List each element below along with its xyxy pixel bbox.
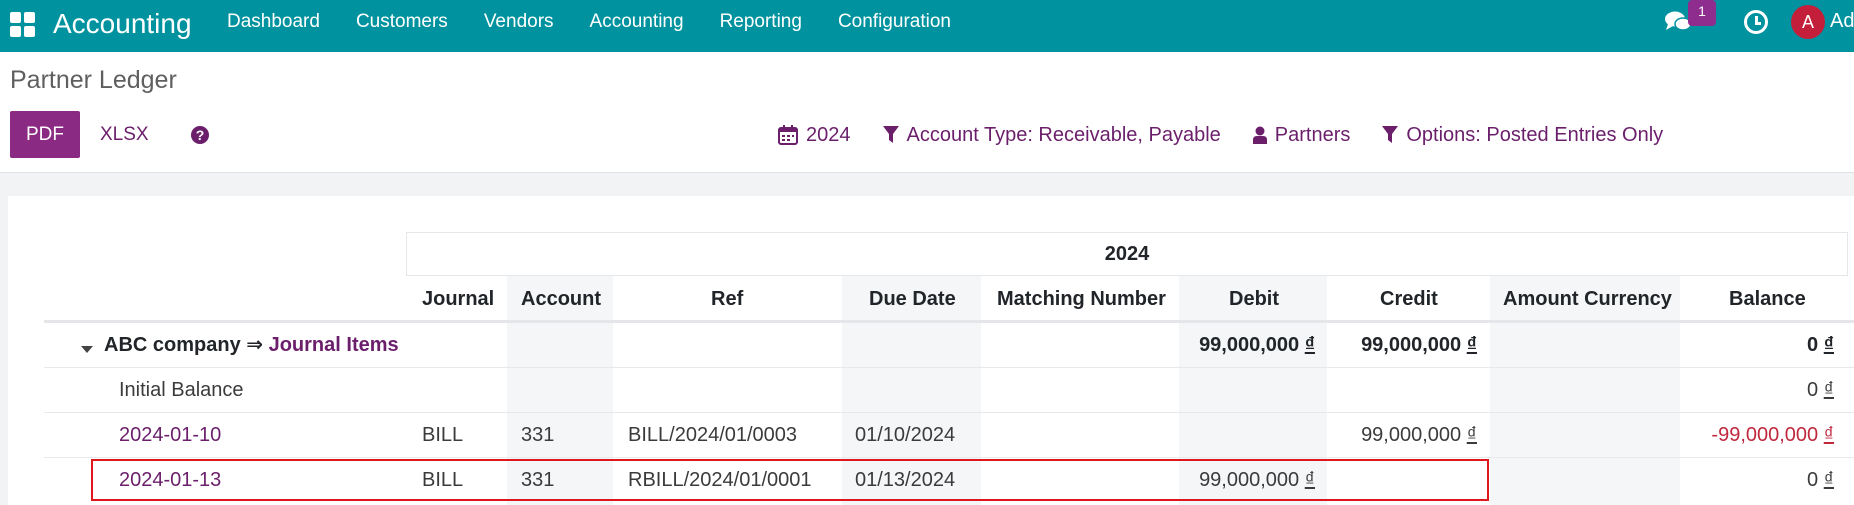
help-icon[interactable]: ? — [191, 126, 209, 144]
column-header-due-date: Due Date — [869, 288, 956, 310]
column-header-matching-number: Matching Number — [997, 288, 1166, 310]
row-divider — [44, 367, 1854, 368]
journal-items-link[interactable]: Journal Items — [269, 334, 399, 356]
partner-group-row[interactable]: ABC company ⇒ Journal Items — [104, 323, 399, 367]
menu-item-customers[interactable]: Customers — [356, 11, 448, 33]
column-header-journal: Journal — [422, 288, 495, 310]
user-avatar[interactable]: A — [1791, 5, 1825, 39]
menu-item-accounting[interactable]: Accounting — [590, 11, 684, 33]
menu-item-configuration[interactable]: Configuration — [838, 11, 951, 33]
funnel-icon — [1382, 126, 1399, 143]
calendar-icon — [778, 125, 798, 145]
menu-item-vendors[interactable]: Vendors — [484, 11, 554, 33]
partners-filter[interactable]: Partners — [1252, 123, 1351, 147]
ledger-row-credit: 99,000,000 ₫ — [1361, 424, 1477, 446]
partner-name: ABC company — [104, 334, 241, 356]
app-name[interactable]: Accounting — [53, 6, 192, 42]
partner-arrow: ⇒ — [246, 334, 264, 356]
menu-item-dashboard[interactable]: Dashboard — [227, 11, 320, 33]
ledger-row-ref: BILL/2024/01/0003 — [628, 424, 798, 446]
ledger-row-account: 331 — [521, 424, 555, 446]
apps-menu-icon[interactable] — [10, 12, 36, 38]
ledger-row-journal: BILL — [422, 424, 464, 446]
user-icon — [1252, 126, 1267, 144]
options-filter[interactable]: Options: Posted Entries Only — [1382, 124, 1663, 147]
period-header: 2024 — [406, 232, 1848, 276]
ledger-row-due-date: 01/10/2024 — [855, 424, 956, 446]
partners-filter-label: Partners — [1274, 123, 1351, 146]
pdf-button[interactable]: PDF — [10, 111, 80, 158]
account-type-filter-label: Account Type: Receivable, Payable — [906, 123, 1221, 146]
ledger-row-balance: 0 ₫ — [1807, 469, 1834, 491]
date-filter-label: 2024 — [806, 123, 851, 146]
initial-balance-label: Initial Balance — [119, 379, 244, 401]
activity-clock-icon[interactable] — [1744, 10, 1768, 34]
highlight-box — [91, 459, 1489, 501]
menu-item-reporting[interactable]: Reporting — [720, 11, 802, 33]
column-header-credit: Credit — [1380, 288, 1438, 310]
column-header-debit: Debit — [1229, 288, 1279, 310]
column-header-ref: Ref — [711, 288, 744, 310]
main-menu: Dashboard Customers Vendors Accounting R… — [227, 0, 987, 44]
group-balance: 0 ₫ — [1807, 334, 1834, 356]
report-filters: 2024 Account Type: Receivable, Payable P… — [778, 118, 1695, 152]
initial-balance-value: 0 ₫ — [1807, 379, 1834, 401]
column-header-account: Account — [521, 288, 601, 310]
ledger-row-date-link[interactable]: 2024-01-10 — [119, 413, 221, 457]
funnel-icon — [882, 126, 899, 143]
date-filter[interactable]: 2024 — [778, 124, 851, 147]
account-type-filter[interactable]: Account Type: Receivable, Payable — [882, 123, 1221, 147]
ledger-row-balance: -99,000,000 ₫ — [1711, 424, 1834, 446]
group-debit: 99,000,000 ₫ — [1199, 334, 1315, 356]
group-credit: 99,000,000 ₫ — [1361, 334, 1477, 356]
page-title: Partner Ledger — [10, 66, 177, 94]
xlsx-button[interactable]: XLSX — [100, 111, 149, 158]
column-header-balance: Balance — [1729, 288, 1806, 310]
message-count-badge: 1 — [1688, 0, 1716, 26]
user-name[interactable]: Ad — [1830, 10, 1854, 33]
options-filter-label: Options: Posted Entries Only — [1406, 123, 1664, 146]
top-navbar: Accounting Dashboard Customers Vendors A… — [0, 0, 1854, 52]
caret-down-icon[interactable] — [81, 346, 93, 353]
column-header-amount-currency: Amount Currency — [1503, 288, 1672, 310]
